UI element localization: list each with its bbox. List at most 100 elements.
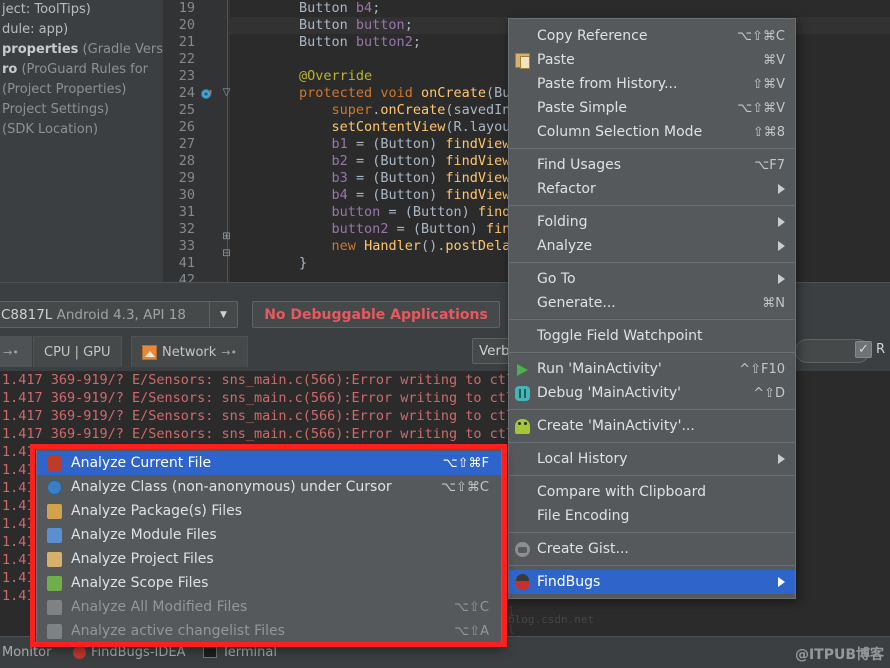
run-icon — [517, 364, 528, 376]
project-tree-row[interactable]: dule: app) — [0, 20, 163, 40]
analyze-submenu-item-shortcut: ⌥⇧A — [454, 623, 489, 639]
context-menu-item-shortcut: ⌘V — [763, 52, 785, 68]
menu-separator — [509, 475, 795, 476]
code-line[interactable]: Button b4; — [230, 0, 890, 17]
analyze-submenu-item[interactable]: Analyze Current File ⌥⇧⌘F — [37, 451, 501, 475]
analyze-class-icon — [47, 480, 62, 495]
monitor-tab-overflow[interactable]: →• — [0, 336, 32, 367]
analyze-submenu-item-label: Analyze Package(s) Files — [71, 503, 243, 519]
editor-context-menu[interactable]: Copy Reference ⌥⇧⌘C Paste ⌘V Paste from Hist… — [508, 18, 796, 599]
context-menu-item[interactable]: Column Selection Mode ⇧⌘8 — [509, 120, 795, 144]
gist-icon — [515, 542, 530, 557]
analyze-submenu-wrapper: Analyze Current File ⌥⇧⌘F Analyze Class (n… — [30, 444, 507, 647]
context-menu-item-label: Paste — [537, 52, 575, 68]
monitor-tab-cpu-gpu-label: CPU | GPU — [44, 344, 111, 360]
line-number: 25 — [178, 102, 195, 118]
project-tree-row[interactable]: ject: ToolTips) — [0, 0, 163, 20]
context-menu-item[interactable]: Copy Reference ⌥⇧⌘C — [509, 24, 795, 48]
context-menu-item-label: File Encoding — [537, 508, 630, 524]
android-icon — [515, 419, 530, 434]
analyze-submenu-item-label: Analyze All Modified Files — [71, 599, 248, 615]
line-number: 30 — [178, 187, 195, 203]
context-menu-item-shortcut: ⇧⌘8 — [752, 124, 785, 140]
context-menu-item[interactable]: Generate... ⌘N — [509, 291, 795, 315]
context-menu-item-label: Toggle Field Watchpoint — [537, 328, 703, 344]
line-number: 22 — [178, 51, 195, 67]
bookmark-marker-icon[interactable] — [201, 88, 213, 100]
context-menu-item-label: Paste from History... — [537, 76, 678, 92]
analyze-submenu-item: Analyze active changelist Files ⌥⇧A — [37, 619, 501, 643]
context-menu-item[interactable]: Toggle Field Watchpoint — [509, 324, 795, 348]
analyze-submenu[interactable]: Analyze Current File ⌥⇧⌘F Analyze Class (n… — [36, 447, 502, 647]
project-tree-row[interactable]: Project Settings) — [0, 100, 163, 120]
context-menu-item-label: Create 'MainActivity'... — [537, 418, 695, 434]
context-menu-item[interactable]: Create Gist... — [509, 537, 795, 561]
context-menu-item[interactable]: Paste Simple ⌥⇧⌘V — [509, 96, 795, 120]
network-icon — [142, 344, 157, 360]
analyze-submenu-item-label: Analyze active changelist Files — [71, 623, 285, 639]
context-menu-item[interactable]: Debug 'MainActivity' ^⇧D — [509, 381, 795, 405]
context-menu-item[interactable]: Analyze — [509, 234, 795, 258]
line-number: 19 — [178, 0, 195, 16]
context-menu-item[interactable]: FindBugs — [509, 570, 795, 594]
project-tree-row[interactable]: (Project Properties) — [0, 80, 163, 100]
context-menu-item-shortcut: ^⇧D — [753, 385, 785, 401]
project-tree-row[interactable]: ro (ProGuard Rules for — [0, 60, 163, 80]
monitor-tab-network[interactable]: Network →• — [131, 336, 248, 367]
context-menu-item[interactable]: Paste from History... ⇧⌘V — [509, 72, 795, 96]
context-menu-item-label: Run 'MainActivity' — [537, 361, 662, 377]
analyze-submenu-item-label: Analyze Current File — [71, 455, 212, 471]
analyze-submenu-item[interactable]: Analyze Module Files — [37, 523, 501, 547]
regex-checkbox-group[interactable]: ✓ R — [855, 341, 885, 358]
context-menu-item-label: Folding — [537, 214, 588, 230]
project-tree-row[interactable]: (SDK Location) — [0, 120, 163, 140]
analyze-submenu-item: Analyze All Modified Files ⌥⇧C — [37, 595, 501, 619]
context-menu-item-label: Create Gist... — [537, 541, 629, 557]
android-studio-window: ject: ToolTips) dule: app) properties (Gra… — [0, 0, 890, 668]
regex-checkbox[interactable]: ✓ — [855, 341, 872, 358]
chevron-down-icon[interactable]: ▼ — [209, 302, 237, 327]
context-menu-item-shortcut: ⌥F7 — [754, 157, 785, 173]
line-number-column: 19 20 21 22 23 24 25 26 27 28 29 30 31 32 33 41 42 — [163, 0, 198, 289]
submenu-arrow-icon — [778, 454, 785, 464]
context-menu-item[interactable]: File Encoding — [509, 504, 795, 528]
line-number: 29 — [178, 170, 195, 186]
analyze-submenu-item[interactable]: Analyze Class (non-anonymous) under Curs… — [37, 475, 501, 499]
menu-separator — [509, 148, 795, 149]
log-level-label: Verb — [479, 343, 510, 359]
context-menu-item-label: Copy Reference — [537, 28, 648, 44]
context-menu-item[interactable]: Create 'MainActivity'... — [509, 414, 795, 438]
line-number: 33 — [178, 238, 195, 254]
context-menu-item-shortcut: ⌘N — [762, 295, 785, 311]
context-menu-item-shortcut: ⌥⇧⌘C — [737, 28, 785, 44]
project-tree-pane[interactable]: ject: ToolTips) dule: app) properties (Gra… — [0, 0, 163, 283]
device-selector[interactable]: C8817L Android 4.3, API 18 ▼ — [0, 301, 238, 328]
analyze-submenu-item[interactable]: Analyze Project Files — [37, 547, 501, 571]
context-menu-item-label: Local History — [537, 451, 628, 467]
context-menu-item[interactable]: Run 'MainActivity' ^⇧F10 — [509, 357, 795, 381]
context-menu-item-label: Find Usages — [537, 157, 622, 173]
analyze-scope-icon — [47, 576, 62, 591]
context-menu-item[interactable]: Go To — [509, 267, 795, 291]
editor-gutter[interactable]: 19 20 21 22 23 24 25 26 27 28 29 30 31 32 33 41 42 ▽ ⊞ ⊟ — [163, 0, 231, 288]
context-menu-item[interactable]: Local History — [509, 447, 795, 471]
analyze-submenu-item[interactable]: Analyze Scope Files — [37, 571, 501, 595]
context-menu-item[interactable]: Refactor — [509, 177, 795, 201]
analyze-changelist-icon — [47, 624, 62, 639]
analyze-submenu-item[interactable]: Analyze Package(s) Files — [37, 499, 501, 523]
context-menu-item[interactable]: Find Usages ⌥F7 — [509, 153, 795, 177]
context-menu-item-label: FindBugs — [537, 574, 601, 590]
project-tree-row[interactable]: properties (Gradle Versi — [0, 40, 163, 60]
menu-separator — [509, 532, 795, 533]
debuggable-app-selector[interactable]: No Debuggable Applications — [252, 301, 500, 328]
menu-separator — [509, 262, 795, 263]
analyze-submenu-item-shortcut: ⌥⇧C — [454, 599, 489, 615]
monitor-tab-cpu-gpu[interactable]: CPU | GPU — [33, 336, 122, 367]
line-number: 24 — [178, 85, 195, 101]
no-debuggable-applications-label: No Debuggable Applications — [264, 306, 488, 323]
line-number: 32 — [178, 221, 195, 237]
context-menu-item-label: Debug 'MainActivity' — [537, 385, 681, 401]
context-menu-item[interactable]: Folding — [509, 210, 795, 234]
context-menu-item[interactable]: Paste ⌘V — [509, 48, 795, 72]
context-menu-item[interactable]: Compare with Clipboard — [509, 480, 795, 504]
